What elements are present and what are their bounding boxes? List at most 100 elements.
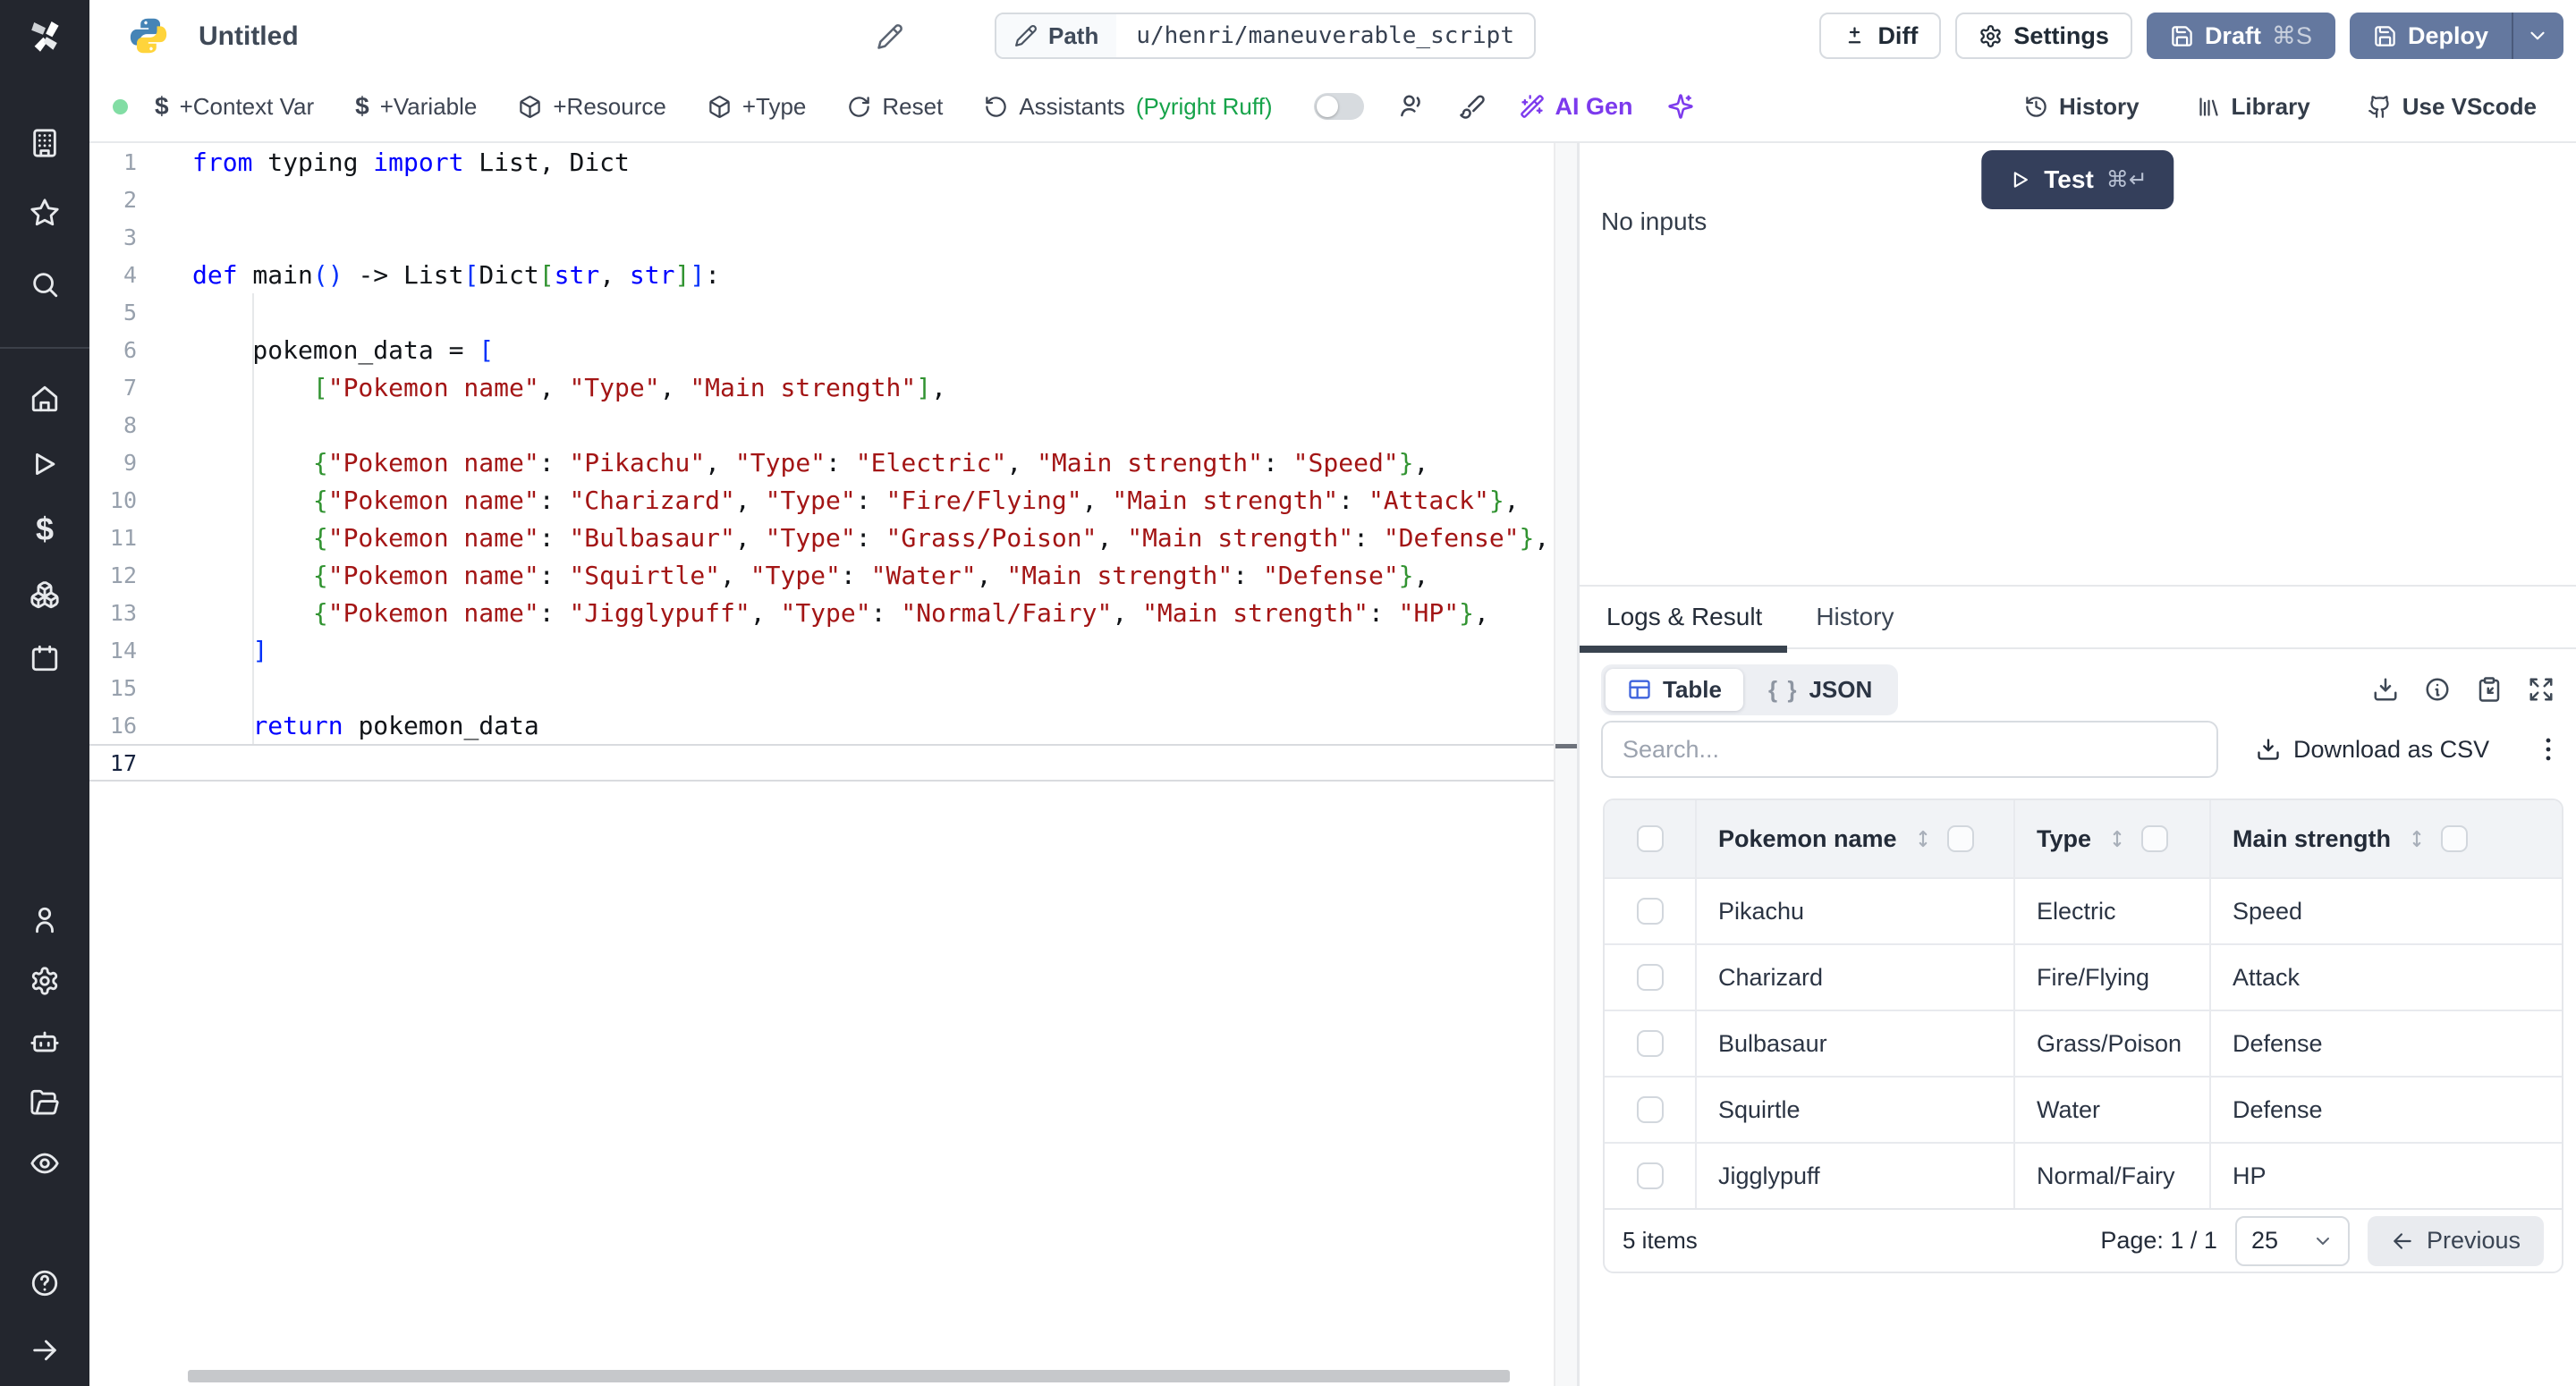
info-icon[interactable] <box>2424 676 2451 703</box>
minimap-slider[interactable] <box>1555 744 1577 748</box>
row-checkbox[interactable] <box>1637 964 1664 991</box>
format-brush-icon[interactable] <box>1459 93 1486 120</box>
settings-button[interactable]: Settings <box>1955 13 2132 59</box>
code-line[interactable]: 12 {"Pokemon name": "Squirtle", "Type": … <box>89 556 1554 594</box>
toolbar-item--resource[interactable]: +Resource <box>518 93 665 121</box>
sidebar-item-eye-icon[interactable] <box>30 1148 60 1179</box>
kebab-menu-icon[interactable] <box>2533 734 2563 765</box>
sparkles-icon[interactable] <box>1667 93 1694 120</box>
code-line[interactable]: 11 {"Pokemon name": "Bulbasaur", "Type":… <box>89 519 1554 556</box>
column-filter-toggle[interactable] <box>1947 825 1974 852</box>
horizontal-scrollbar[interactable] <box>188 1370 1510 1382</box>
toolbar-item-reset[interactable]: Reset <box>847 93 943 121</box>
sidebar-item-building-icon[interactable] <box>30 128 60 158</box>
sort-icon[interactable] <box>1911 827 1935 850</box>
code-text: ] <box>192 636 267 665</box>
row-checkbox[interactable] <box>1637 1030 1664 1057</box>
code-line[interactable]: 6 pokemon_data = [ <box>89 331 1554 368</box>
toolbar-item--variable[interactable]: $+Variable <box>355 92 477 121</box>
rename-pencil-icon[interactable] <box>877 23 903 50</box>
toolbar-item-history[interactable]: History <box>2024 93 2140 121</box>
sidebar-item-star-icon[interactable] <box>30 198 60 228</box>
line-number: 10 <box>89 487 192 513</box>
column-header-type: Type <box>2015 800 2211 877</box>
column-filter-toggle[interactable] <box>2441 825 2468 852</box>
line-number: 8 <box>89 412 192 438</box>
sidebar-item-arrow-right-icon[interactable] <box>30 1335 60 1365</box>
download-icon[interactable] <box>2372 676 2399 703</box>
code-line[interactable]: 14 ] <box>89 631 1554 669</box>
row-checkbox[interactable] <box>1637 1096 1664 1123</box>
table-cell: Grass/Poison <box>2015 1011 2211 1076</box>
test-run-button[interactable]: Test ⌘↵ <box>1981 150 2174 209</box>
ai-gen-button[interactable]: AI Gen <box>1520 93 1633 121</box>
toolbar-item-assistants[interactable]: Assistants(Pyright Ruff) <box>984 93 1272 121</box>
windmill-logo[interactable] <box>23 14 66 57</box>
code-line[interactable]: 1from typing import List, Dict <box>89 143 1554 181</box>
page-size-select[interactable]: 25 <box>2235 1216 2350 1266</box>
script-path-field[interactable]: Path u/henri/maneuverable_script <box>995 13 1536 59</box>
sidebar-item-home-icon[interactable] <box>30 384 60 414</box>
rotate-ccw-icon <box>984 95 1008 119</box>
row-checkbox-cell <box>1605 945 1697 1010</box>
row-checkbox[interactable] <box>1637 1162 1664 1189</box>
download-csv-button[interactable]: Download as CSV <box>2256 736 2489 764</box>
code-line[interactable]: 8 <box>89 406 1554 444</box>
toolbar-item-use-vscode[interactable]: Use VScode <box>2368 93 2537 121</box>
minimap[interactable] <box>1554 143 1577 1386</box>
draft-button[interactable]: Draft ⌘S <box>2147 13 2335 59</box>
code-line[interactable]: 4def main() -> List[Dict[str, str]]: <box>89 256 1554 293</box>
code-line[interactable]: 3 <box>89 218 1554 256</box>
sidebar-item-calendar-icon[interactable] <box>30 643 60 673</box>
sidebar-item-help-icon[interactable] <box>30 1268 60 1298</box>
view-option-json[interactable]: { }JSON <box>1747 669 1894 711</box>
sort-icon[interactable] <box>2106 827 2129 850</box>
code-line[interactable]: 16 return pokemon_data <box>89 706 1554 744</box>
diff-button[interactable]: Diff <box>1819 13 1941 59</box>
search-input[interactable] <box>1601 721 2218 778</box>
select-all-checkbox[interactable] <box>1637 825 1664 852</box>
code-line[interactable]: 17 <box>89 744 1554 782</box>
code-line[interactable]: 13 {"Pokemon name": "Jigglypuff", "Type"… <box>89 594 1554 631</box>
code-line[interactable]: 9 {"Pokemon name": "Pikachu", "Type": "E… <box>89 444 1554 481</box>
sidebar-item-play-icon[interactable] <box>30 449 60 479</box>
code-text: pokemon_data = [ <box>192 335 494 365</box>
code-line[interactable]: 7 ["Pokemon name", "Type", "Main strengt… <box>89 368 1554 406</box>
multiplayer-toggle[interactable] <box>1314 93 1364 120</box>
previous-page-button[interactable]: Previous <box>2368 1216 2544 1266</box>
download-icon <box>2256 737 2281 762</box>
code-line[interactable]: 2 <box>89 181 1554 218</box>
sidebar-item-search-icon[interactable] <box>30 269 60 300</box>
toolbar-item-library[interactable]: Library <box>2197 93 2310 121</box>
diff-icon <box>1843 24 1867 48</box>
code-line[interactable]: 5 <box>89 293 1554 331</box>
column-label: Type <box>2037 825 2091 853</box>
tab-logs-result[interactable]: Logs & Result <box>1580 587 1789 647</box>
column-filter-toggle[interactable] <box>2141 825 2168 852</box>
user-presence-icon[interactable] <box>1398 93 1425 120</box>
sort-icon[interactable] <box>2405 827 2428 850</box>
toolbar-item-label: +Resource <box>553 93 665 121</box>
sidebar-item-folder-icon[interactable] <box>30 1087 60 1118</box>
deploy-button[interactable]: Deploy <box>2350 13 2563 59</box>
app-sidebar: $ <box>0 0 89 1386</box>
code-line[interactable]: 15 <box>89 669 1554 706</box>
toolbar-item--context-var[interactable]: $+Context Var <box>155 92 314 121</box>
view-option-label: Table <box>1663 676 1722 704</box>
sidebar-item-gear-icon[interactable] <box>30 966 60 996</box>
sidebar-item-boxes-icon[interactable] <box>30 579 60 610</box>
expand-icon[interactable] <box>2528 676 2555 703</box>
sidebar-item-bot-icon[interactable] <box>30 1027 60 1057</box>
code-editor[interactable]: 1from typing import List, Dict234def mai… <box>89 143 1577 1386</box>
deploy-dropdown-toggle[interactable] <box>2512 13 2562 59</box>
path-value[interactable]: u/henri/maneuverable_script <box>1116 22 1534 49</box>
toolbar-item--type[interactable]: +Type <box>708 93 807 121</box>
row-checkbox[interactable] <box>1637 898 1664 925</box>
copy-result-icon[interactable] <box>2476 676 2503 703</box>
table-cell: Charizard <box>1697 945 2015 1010</box>
code-line[interactable]: 10 {"Pokemon name": "Charizard", "Type":… <box>89 481 1554 519</box>
sidebar-item-dollar-icon[interactable]: $ <box>30 514 60 545</box>
view-option-table[interactable]: Table <box>1606 669 1743 711</box>
sidebar-item-user-icon[interactable] <box>30 905 60 935</box>
tab-history[interactable]: History <box>1789 587 1920 647</box>
